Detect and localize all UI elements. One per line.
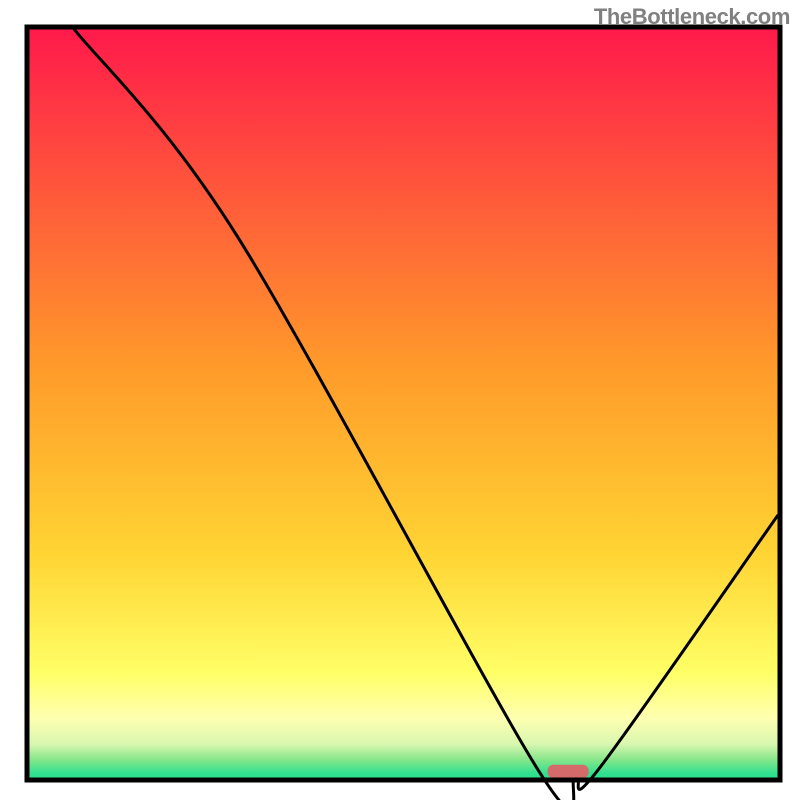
chart-container: TheBottleneck.com — [0, 0, 800, 800]
gradient-background — [30, 30, 778, 778]
watermark-text: TheBottleneck.com — [594, 4, 790, 30]
highlight-marker — [547, 765, 588, 778]
plot-area — [27, 27, 780, 800]
chart-svg — [0, 0, 800, 800]
